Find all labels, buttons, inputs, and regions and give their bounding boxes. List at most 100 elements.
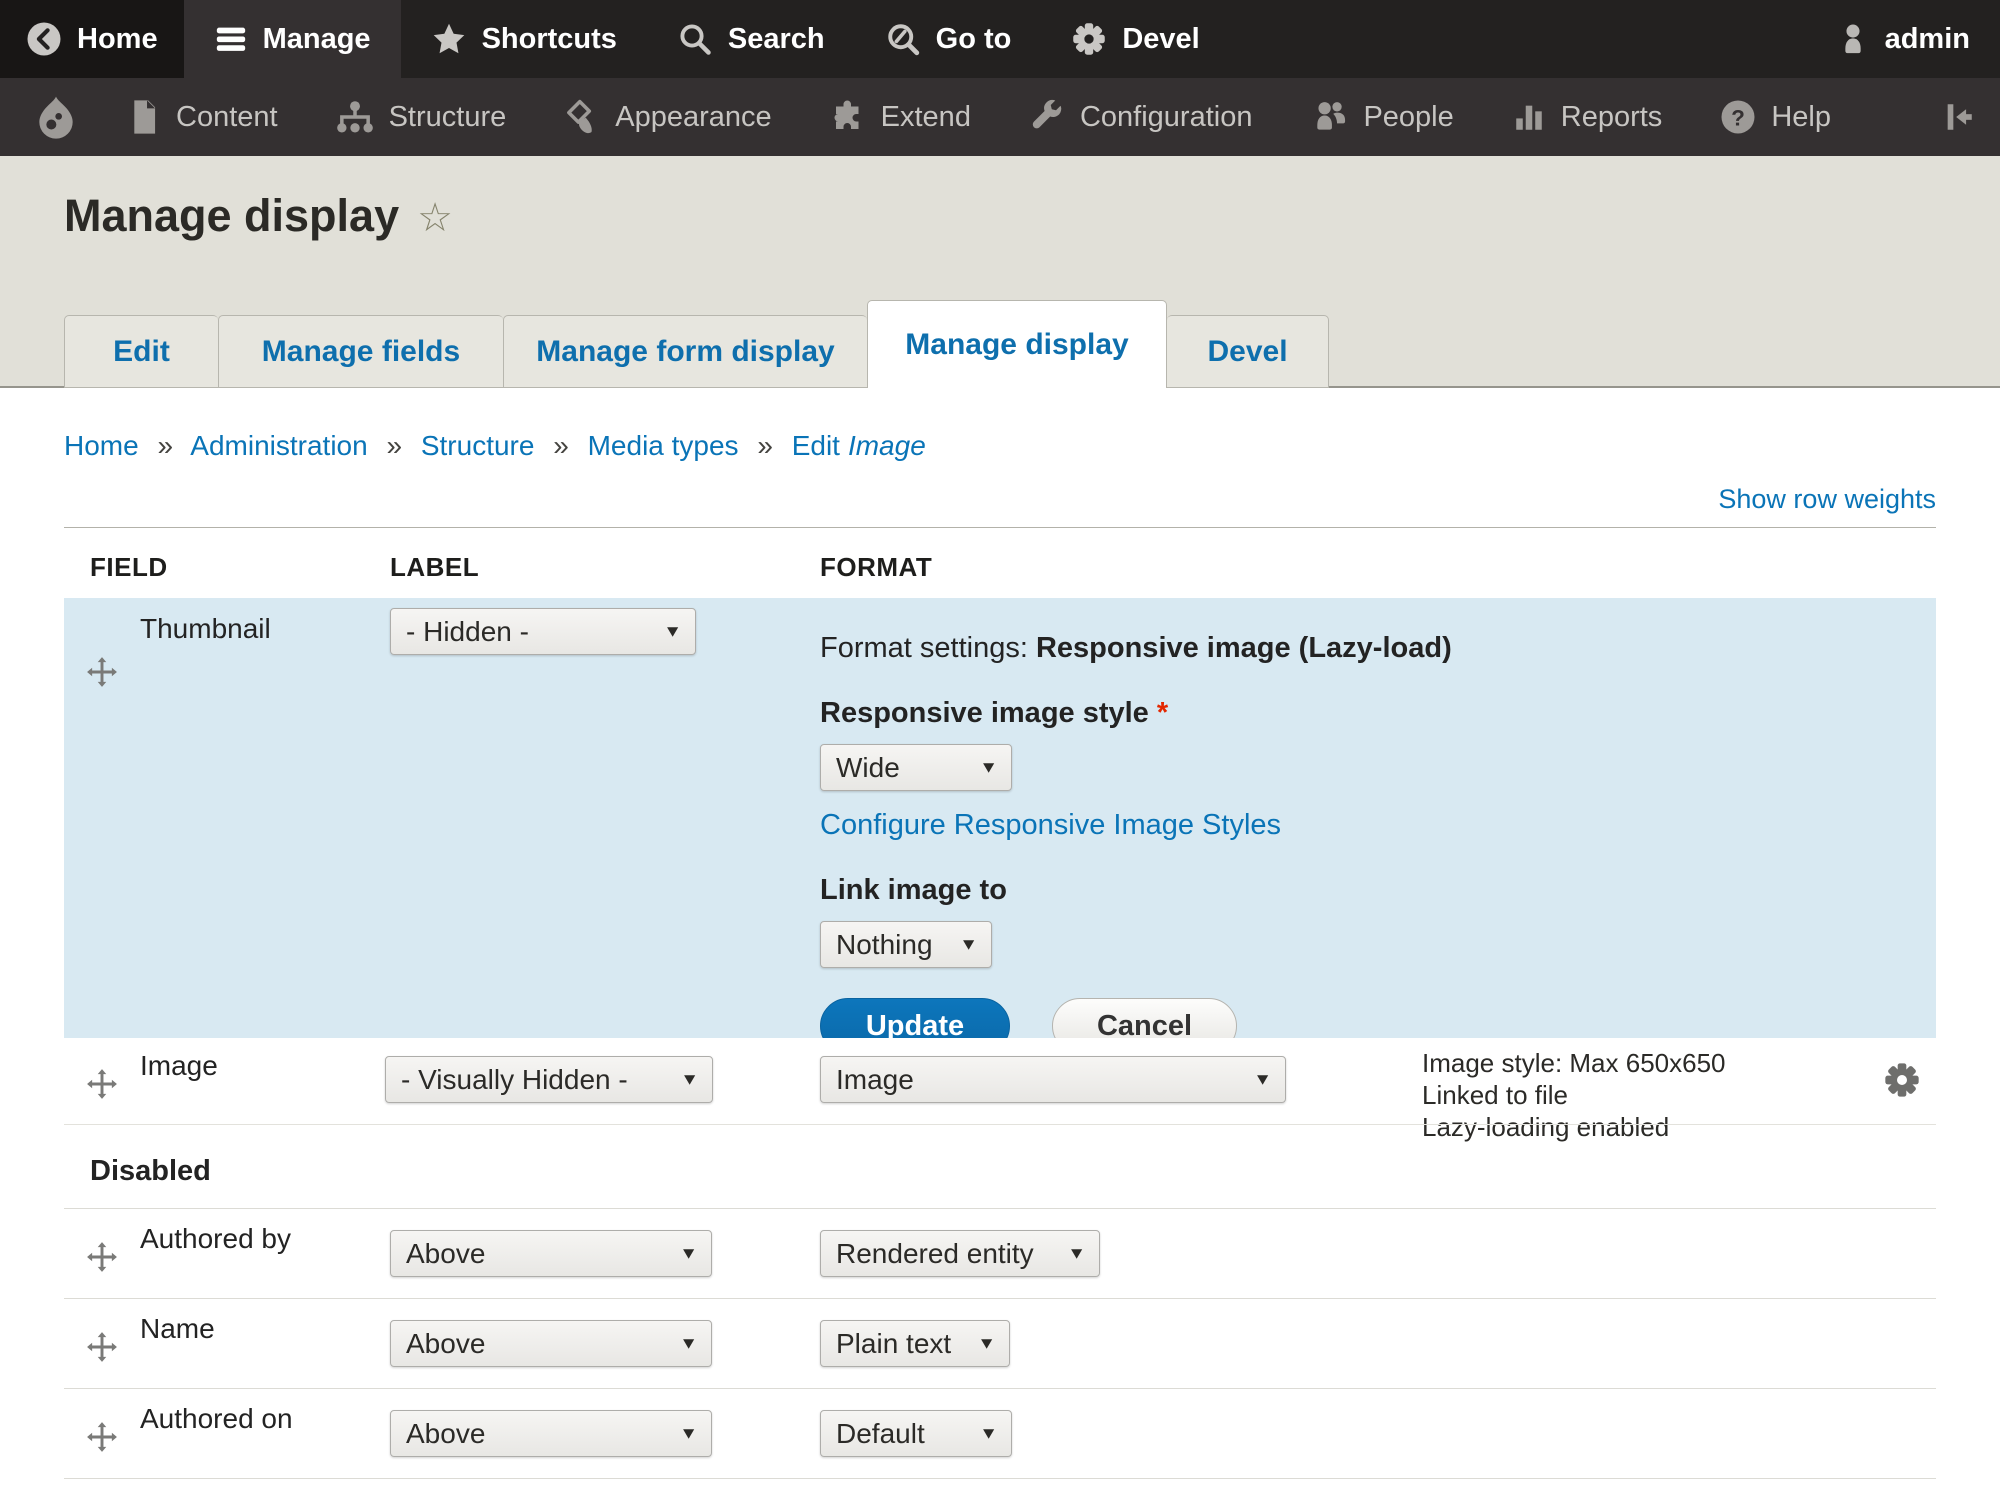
tab-label: Edit: [113, 334, 170, 368]
tray-item-structure[interactable]: Structure: [307, 78, 536, 156]
favorite-star-icon[interactable]: ☆: [417, 195, 453, 241]
tray-item-label: Content: [176, 100, 278, 133]
sitemap-icon: [336, 99, 374, 135]
disabled-section-heading-row: Disabled: [64, 1124, 1936, 1208]
tray-item-label: Appearance: [615, 100, 772, 133]
table-row-image: Image - Visually Hidden - ▼ Image ▼ Imag…: [64, 1038, 1936, 1142]
tray-spacer: [1860, 78, 1918, 156]
breadcrumb-link-administration[interactable]: Administration: [190, 430, 367, 461]
tray-item-content[interactable]: Content: [98, 78, 307, 156]
drag-handle-icon[interactable]: [86, 1068, 118, 1105]
tab-label: Devel: [1207, 334, 1288, 368]
tray-item-people[interactable]: People: [1281, 78, 1482, 156]
search-icon: [677, 21, 713, 57]
table-row-authored-on: Authored on Above ▼ Default ▼: [64, 1388, 1936, 1478]
admin-tray: Content Structure Appearance Extend Conf…: [0, 78, 2000, 156]
select-value: Above: [406, 1237, 486, 1269]
breadcrumb-link-home[interactable]: Home: [64, 430, 139, 461]
column-header-field: FIELD: [90, 552, 168, 582]
chevron-down-icon: ▼: [979, 1424, 998, 1442]
breadcrumb-link-structure[interactable]: Structure: [421, 430, 535, 461]
table-header-row: FIELD LABEL FORMAT: [64, 528, 1936, 598]
page-title: Manage display ☆: [64, 156, 1936, 242]
collapse-left-icon: [1942, 100, 1976, 134]
tab-manage-display[interactable]: Manage display: [867, 300, 1167, 388]
tray-item-appearance[interactable]: Appearance: [535, 78, 800, 156]
toolbar-item-label: Manage: [262, 22, 371, 55]
chevron-down-icon: ▼: [679, 1244, 698, 1262]
responsive-image-style-select[interactable]: Wide ▼: [820, 744, 1012, 791]
authored-by-label-select[interactable]: Above ▼: [390, 1230, 712, 1277]
toolbar-item-label: Home: [77, 22, 158, 55]
tab-devel[interactable]: Devel: [1167, 315, 1329, 388]
link-image-to-select[interactable]: Nothing ▼: [820, 921, 992, 968]
tray-item-extend[interactable]: Extend: [801, 78, 1000, 156]
disabled-heading: Disabled: [90, 1155, 211, 1187]
chevron-down-icon: ▼: [959, 935, 978, 953]
breadcrumb-link-media-types[interactable]: Media types: [588, 430, 739, 461]
toolbar-item-manage[interactable]: Manage: [183, 0, 401, 78]
configure-responsive-image-styles-link[interactable]: Configure Responsive Image Styles: [820, 809, 1936, 842]
toolbar-item-search[interactable]: Search: [647, 0, 855, 78]
select-value: Rendered entity: [836, 1237, 1034, 1269]
drag-handle-icon[interactable]: [86, 1241, 118, 1278]
tray-item-drupal-home[interactable]: [0, 78, 98, 156]
toolbar-item-label: Devel: [1122, 22, 1200, 55]
thumbnail-format-settings: Format settings: Responsive image (Lazy-…: [820, 598, 1936, 1054]
toolbar-user-menu[interactable]: admin: [1806, 0, 2000, 78]
tray-item-configuration[interactable]: Configuration: [1000, 78, 1282, 156]
back-to-site-icon: [26, 21, 62, 57]
tab-label: Manage fields: [261, 334, 461, 368]
drag-handle-icon[interactable]: [86, 1331, 118, 1368]
tray-item-label: Configuration: [1079, 100, 1253, 133]
image-label-select[interactable]: - Visually Hidden - ▼: [385, 1056, 713, 1103]
breadcrumb-edit-text: Edit: [791, 430, 840, 461]
tab-edit[interactable]: Edit: [64, 315, 218, 388]
format-settings-prefix: Format settings:: [820, 632, 1028, 664]
show-row-weights-link[interactable]: Show row weights: [1718, 484, 1936, 514]
toolbar-item-shortcuts[interactable]: Shortcuts: [401, 0, 647, 78]
chevron-down-icon: ▼: [1253, 1070, 1272, 1088]
toolbar-item-goto[interactable]: Go to: [855, 0, 1042, 78]
drag-handle-icon[interactable]: [86, 656, 118, 693]
toolbar-item-devel[interactable]: Devel: [1041, 0, 1229, 78]
thumbnail-label-select[interactable]: - Hidden - ▼: [390, 608, 696, 655]
tab-label: Manage display: [905, 327, 1129, 361]
column-header-label: LABEL: [390, 552, 480, 582]
tray-collapse-button[interactable]: [1918, 78, 2000, 156]
chevron-down-icon: ▼: [679, 1424, 698, 1442]
field-name: Thumbnail: [140, 613, 271, 644]
breadcrumb-link-edit-image[interactable]: Edit Image: [792, 430, 926, 461]
select-value: Above: [406, 1417, 486, 1449]
authored-by-format-select[interactable]: Rendered entity ▼: [820, 1230, 1100, 1277]
image-format-select[interactable]: Image ▼: [820, 1056, 1286, 1103]
hamburger-icon: [214, 22, 248, 56]
tray-item-label: Structure: [388, 100, 507, 133]
authored-on-format-select[interactable]: Default ▼: [820, 1410, 1012, 1457]
drag-handle-icon[interactable]: [86, 1421, 118, 1458]
show-row-weights-wrapper: Show row weights: [64, 484, 1936, 515]
name-format-select[interactable]: Plain text ▼: [820, 1320, 1010, 1367]
authored-on-label-select[interactable]: Above ▼: [390, 1410, 712, 1457]
select-value: Default: [836, 1417, 925, 1449]
select-value: - Visually Hidden -: [401, 1063, 628, 1095]
page-title-text: Manage display: [64, 190, 400, 241]
chevron-down-icon: ▼: [1067, 1244, 1086, 1262]
tab-manage-form-display[interactable]: Manage form display: [503, 315, 867, 388]
format-settings-name: Responsive image (Lazy-load): [1035, 632, 1452, 664]
goto-search-icon: [885, 21, 921, 57]
toolbar-item-home[interactable]: Home: [0, 0, 184, 78]
admin-toolbar: Home Manage Shortcuts Search Go to Devel: [0, 0, 2000, 78]
select-value: Wide: [836, 751, 900, 783]
required-asterisk: *: [1156, 697, 1169, 729]
field-name: Authored by: [140, 1223, 291, 1254]
bar-chart-icon: [1512, 100, 1546, 134]
tray-item-reports[interactable]: Reports: [1483, 78, 1692, 156]
gear-icon: [1071, 21, 1107, 57]
tab-manage-fields[interactable]: Manage fields: [218, 315, 503, 388]
format-settings-gear-icon[interactable]: [1882, 1060, 1922, 1105]
primary-tabs: Edit Manage fields Manage form display M…: [64, 300, 1329, 388]
name-label-select[interactable]: Above ▼: [390, 1320, 712, 1367]
tray-item-help[interactable]: ? Help: [1691, 78, 1860, 156]
responsive-image-style-label: Responsive image style *: [820, 697, 1169, 729]
